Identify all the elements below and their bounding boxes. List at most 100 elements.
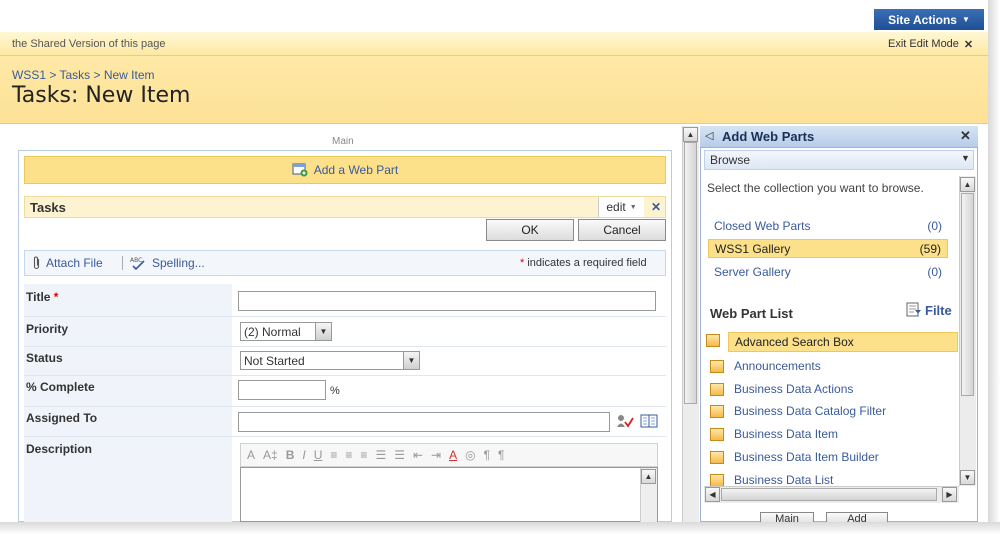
description-editor[interactable]: [240, 467, 658, 522]
web-part-list-item[interactable]: Business Data Catalog Filter: [706, 401, 958, 421]
spell-check-icon: ABC: [130, 257, 145, 270]
web-part-list-item[interactable]: Business Data Item Builder: [706, 447, 958, 467]
background-color-icon[interactable]: ◎: [465, 448, 475, 462]
exit-edit-mode-label: Exit Edit Mode: [888, 38, 959, 50]
web-part-icon: [710, 404, 724, 418]
scrollbar-thumb[interactable]: [684, 142, 697, 404]
web-part-list-item[interactable]: Business Data Actions: [706, 379, 958, 399]
align-right-icon[interactable]: ≡: [360, 448, 367, 462]
chevron-down-icon: ▼: [403, 352, 419, 369]
scroll-up-icon[interactable]: ▲: [960, 177, 975, 192]
form-row-divider: [24, 346, 666, 347]
address-book-button[interactable]: [640, 413, 658, 432]
font-size-icon[interactable]: A: [247, 448, 255, 462]
status-label: Status: [26, 351, 63, 365]
gallery-name: Server Gallery: [714, 264, 791, 279]
web-part-name: Business Data Actions: [734, 382, 854, 396]
ltr-icon[interactable]: ¶: [484, 448, 490, 462]
attach-file-button[interactable]: Attach File: [32, 256, 103, 270]
chevron-down-icon[interactable]: ▼: [961, 153, 970, 163]
web-part-list-item[interactable]: Business Data Item: [706, 424, 958, 444]
form-row-divider: [24, 436, 666, 437]
filter-label: Filte: [925, 302, 952, 318]
form-label-column: [24, 284, 232, 522]
required-field-note: * indicates a required field: [520, 257, 647, 269]
numbered-list-icon[interactable]: ☰: [375, 448, 386, 462]
status-value: Not Started: [244, 353, 305, 368]
web-part-icon: [710, 359, 724, 373]
status-select[interactable]: Not Started ▼: [240, 351, 420, 370]
scroll-up-icon[interactable]: ▲: [641, 469, 656, 484]
breadcrumb[interactable]: WSS1 > Tasks > New Item: [12, 68, 155, 82]
site-actions-label: Site Actions: [888, 12, 957, 27]
percent-unit: %: [330, 385, 340, 397]
address-book-icon: [640, 414, 658, 428]
ok-button[interactable]: OK: [486, 219, 574, 241]
exit-edit-mode-link[interactable]: Exit Edit Mode ✕: [888, 38, 973, 51]
add-web-part-label: Add a Web Part: [313, 163, 399, 177]
bold-icon[interactable]: B: [286, 448, 295, 462]
bullet-list-icon[interactable]: ☰: [394, 448, 405, 462]
scroll-down-icon[interactable]: ▼: [960, 470, 975, 485]
tool-pane-title: Add Web Parts: [722, 129, 815, 144]
decrease-indent-icon[interactable]: ⇤: [413, 448, 423, 462]
scrollbar-thumb[interactable]: [721, 488, 937, 501]
form-row-divider: [24, 316, 666, 317]
attach-file-label: Attach File: [46, 256, 103, 270]
italic-icon[interactable]: I: [302, 448, 305, 462]
edit-label: edit: [606, 200, 626, 214]
priority-select[interactable]: (2) Normal ▼: [240, 322, 332, 341]
text-color-icon[interactable]: A: [449, 448, 457, 462]
web-part-close-button[interactable]: ✕: [646, 197, 666, 217]
chevron-down-icon: ▼: [629, 203, 637, 211]
zone-label: Main: [332, 136, 354, 147]
gallery-closed-web-parts[interactable]: Closed Web Parts (0): [708, 216, 948, 235]
filter-button[interactable]: Filte: [906, 302, 952, 318]
font-size-icon[interactable]: A‡: [263, 448, 278, 462]
form-row-divider: [24, 406, 666, 407]
site-actions-menu[interactable]: Site Actions ▼: [874, 9, 984, 30]
title-input[interactable]: [238, 291, 656, 311]
assigned-to-input[interactable]: [238, 412, 610, 432]
web-part-name: Advanced Search Box: [735, 335, 854, 349]
cancel-button[interactable]: Cancel: [578, 219, 666, 241]
percent-complete-input[interactable]: [238, 380, 326, 400]
rtl-icon[interactable]: ¶: [498, 448, 504, 462]
web-part-name: Business Data Item: [734, 427, 839, 441]
increase-indent-icon[interactable]: ⇥: [431, 448, 441, 462]
svg-text:ABC: ABC: [130, 257, 142, 264]
close-icon: ✕: [963, 39, 974, 51]
back-arrow-icon[interactable]: ◁: [705, 129, 713, 142]
filter-icon: [906, 302, 921, 317]
chevron-down-icon: ▼: [315, 323, 331, 340]
web-part-name: Business Data Catalog Filter: [734, 404, 887, 418]
scroll-up-icon[interactable]: ▲: [683, 127, 698, 142]
web-part-name: Announcements: [734, 359, 821, 373]
web-part-icon: [710, 382, 724, 396]
underline-icon[interactable]: U: [314, 448, 323, 462]
gallery-count: (59): [919, 241, 941, 256]
close-icon: ✕: [650, 200, 662, 214]
page-title: Tasks: New Item: [12, 83, 191, 108]
check-names-icon: [617, 415, 634, 428]
gallery-wss1[interactable]: WSS1 Gallery (59): [708, 239, 948, 258]
edit-mode-text: the Shared Version of this page: [12, 38, 166, 50]
tool-pane-close-icon[interactable]: ✕: [960, 128, 971, 144]
browse-label: Browse: [710, 153, 751, 167]
web-part-icon: [710, 450, 724, 464]
web-part-edit-menu[interactable]: edit ▼: [598, 197, 644, 217]
frame-shadow: [988, 0, 1000, 534]
title-label: Title *: [26, 290, 58, 304]
check-names-button[interactable]: [616, 413, 634, 432]
scroll-right-icon[interactable]: ▶: [942, 487, 957, 502]
align-left-icon[interactable]: ≡: [330, 448, 337, 462]
web-part-list-item[interactable]: Announcements: [706, 356, 958, 376]
scrollbar-thumb[interactable]: [961, 193, 974, 396]
add-web-part-button[interactable]: Add a Web Part: [24, 156, 666, 184]
align-center-icon[interactable]: ≡: [345, 448, 352, 462]
spelling-button[interactable]: ABC Spelling...: [130, 256, 205, 270]
web-part-list-item[interactable]: Advanced Search Box: [728, 332, 958, 352]
gallery-server[interactable]: Server Gallery (0): [708, 262, 948, 281]
scroll-left-icon[interactable]: ◀: [705, 487, 720, 502]
web-part-title-bar: [24, 196, 666, 218]
